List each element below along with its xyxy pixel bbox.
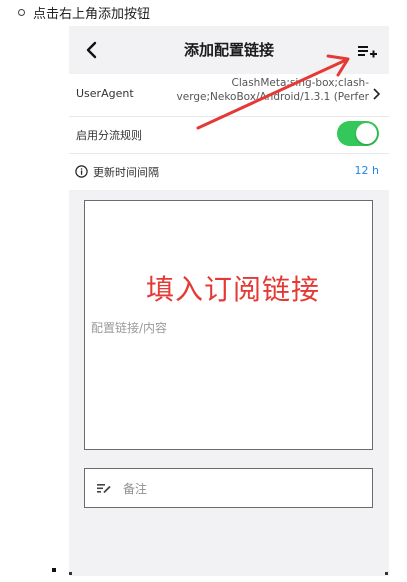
playlist-add-icon[interactable] [357,42,377,60]
user-agent-value: ClashMeta;sing-box;clash-verge;NekoBox/A… [176,77,369,103]
page-title: 添加配置链接 [183,41,274,59]
split-rules-row: 启用分流规则 [69,116,389,153]
chevron-right-icon [373,88,380,100]
corner-mark [385,572,388,575]
update-interval-value: 12 h [354,164,379,177]
config-link-textarea[interactable]: 配置链接/内容 [84,200,373,450]
config-link-placeholder: 配置链接/内容 [91,321,168,335]
user-agent-label: UserAgent [76,87,134,100]
annotation-text: 填入订阅链接 [146,273,321,306]
toggle-knob [356,123,377,144]
corner-mark [69,572,72,575]
update-interval-row[interactable]: 更新时间间隔 12 h [69,153,389,190]
remark-input[interactable]: 备注 [84,468,373,508]
info-icon [75,165,88,178]
split-rules-label: 启用分流规则 [76,129,142,142]
navigation-bar: 添加配置链接 [69,26,389,74]
update-interval-label: 更新时间间隔 [93,166,159,179]
notes-icon [97,484,111,494]
split-rules-toggle[interactable] [337,121,379,146]
bullet-icon [18,8,25,16]
list-bullet-marker [52,568,56,572]
instruction-line: 点击右上角添加按钮 [18,2,150,22]
instruction-text: 点击右上角添加按钮 [33,6,151,22]
user-agent-row[interactable]: UserAgent ClashMeta;sing-box;clash-verge… [69,74,389,116]
remark-placeholder: 备注 [123,482,148,496]
